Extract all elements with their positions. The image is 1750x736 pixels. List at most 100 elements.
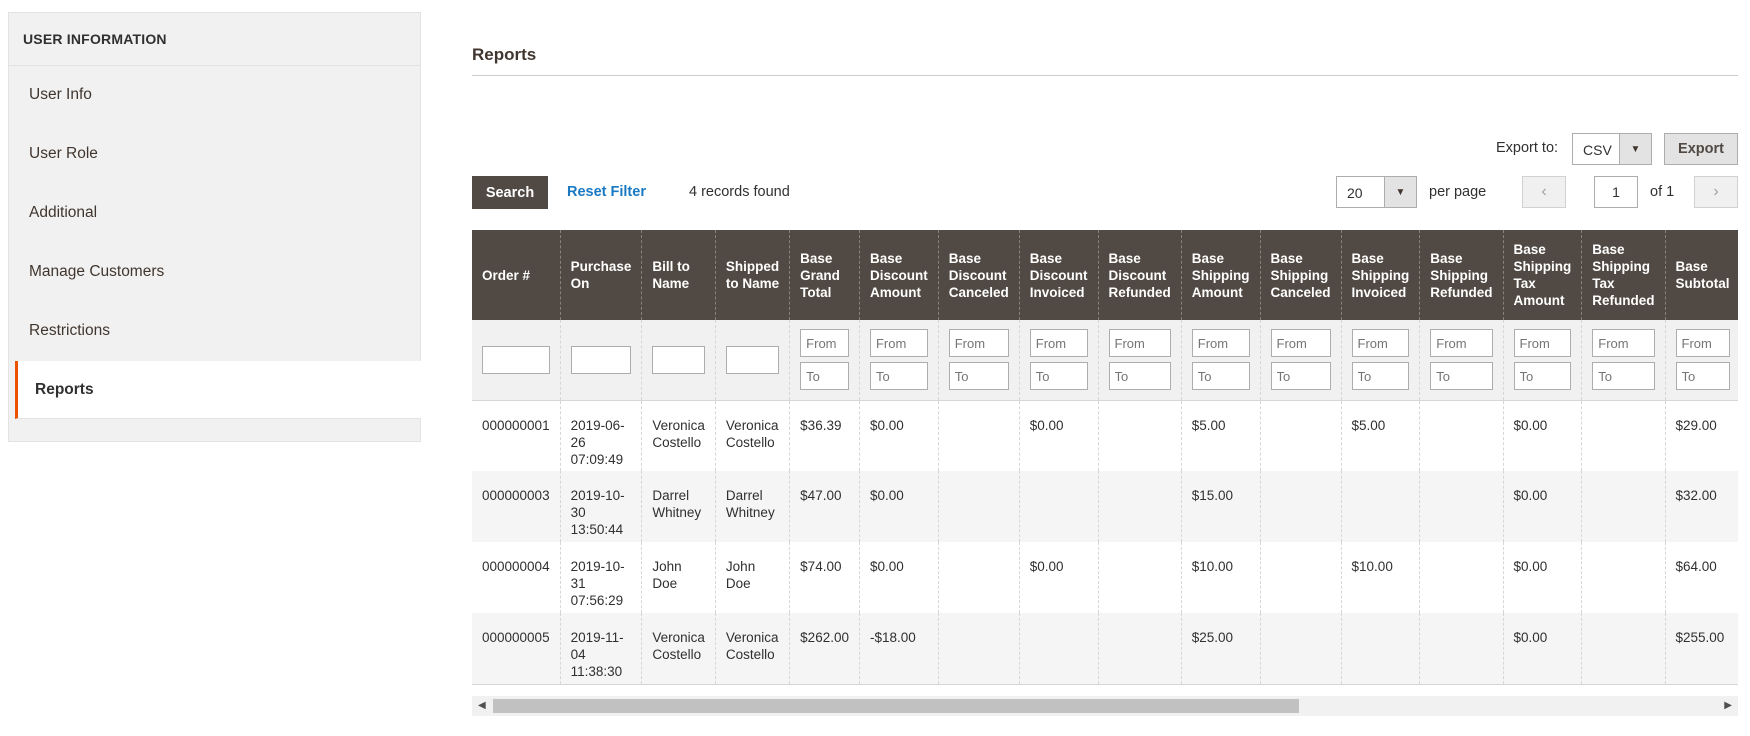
column-filter — [938, 320, 1020, 401]
column-header[interactable]: Order # — [472, 230, 561, 320]
table-cell: 000000004 — [472, 542, 561, 613]
column-header[interactable]: Base Shipping Tax Amount — [1503, 230, 1583, 320]
column-header[interactable]: Base Shipping Tax Refunded — [1581, 230, 1666, 320]
filter-from-input[interactable] — [1430, 329, 1493, 358]
column-filter — [1341, 320, 1421, 401]
search-button[interactable]: Search — [472, 176, 548, 209]
table-row[interactable]: 000000005 2019-11-04 11:38:30 Veronica Cos… — [472, 613, 1738, 685]
scrollbar-thumb[interactable] — [493, 699, 1299, 713]
table-cell — [1098, 542, 1182, 613]
table-row[interactable]: 000000001 2019-06-26 07:09:49 Veronica Cos… — [472, 400, 1738, 471]
column-header[interactable]: Base Grand Total — [789, 230, 860, 320]
export-format-select[interactable]: CSV ▼ — [1572, 133, 1652, 165]
sidebar-item-restrictions[interactable]: Restrictions — [9, 302, 420, 361]
records-count: 4 records found — [689, 184, 790, 200]
table-cell — [1581, 613, 1666, 685]
column-header[interactable]: Purchase On — [560, 230, 643, 320]
filter-from-input[interactable] — [1675, 329, 1730, 358]
filter-from-input[interactable] — [1108, 329, 1171, 358]
page-of-label: of 1 — [1650, 184, 1675, 200]
filter-from-input[interactable] — [1351, 329, 1410, 358]
filter-text-input[interactable] — [570, 345, 632, 374]
table-cell — [1019, 613, 1099, 685]
table-cell: $5.00 — [1181, 400, 1261, 471]
column-header[interactable]: Base Discount Invoiced — [1019, 230, 1099, 320]
table-cell — [1019, 471, 1099, 542]
filter-text-input[interactable] — [482, 345, 550, 374]
table-cell: $0.00 — [1503, 613, 1583, 685]
column-header[interactable]: Base Shipping Amount — [1181, 230, 1261, 320]
filter-from-input[interactable] — [948, 329, 1009, 358]
page-number-input[interactable]: 1 — [1594, 176, 1638, 208]
column-filter — [641, 320, 716, 401]
column-header[interactable]: Base Discount Refunded — [1098, 230, 1182, 320]
table-cell: $64.00 — [1665, 542, 1738, 613]
sidebar-item-user-info[interactable]: User Info — [9, 66, 420, 125]
table-cell — [1341, 613, 1421, 685]
column-header[interactable]: Base Shipping Refunded — [1419, 230, 1504, 320]
table-cell: Veronica Costello — [715, 613, 791, 685]
sidebar-item-reports[interactable]: Reports — [15, 361, 421, 419]
table-cell: $25.00 — [1181, 613, 1261, 685]
filter-from-input[interactable] — [800, 329, 849, 358]
filter-to-input[interactable] — [1270, 362, 1331, 391]
filter-to-input[interactable] — [1191, 362, 1250, 391]
scroll-right-icon[interactable]: ▶ — [1724, 700, 1732, 711]
sidebar-title: USER INFORMATION — [9, 13, 420, 66]
chevron-right-icon: › — [1713, 183, 1719, 200]
column-filter — [859, 320, 939, 401]
previous-page-button[interactable]: ‹ — [1522, 176, 1566, 208]
filter-text-input[interactable] — [725, 345, 780, 374]
table-cell — [1581, 471, 1666, 542]
filter-from-input[interactable] — [869, 329, 928, 358]
table-cell — [1098, 400, 1182, 471]
sidebar-item-manage-customers[interactable]: Manage Customers — [9, 243, 420, 302]
filter-from-input[interactable] — [1029, 329, 1088, 358]
filter-to-input[interactable] — [1108, 362, 1171, 391]
filter-to-input[interactable] — [1592, 362, 1655, 391]
table-cell: Veronica Costello — [641, 400, 716, 471]
filter-to-input[interactable] — [1351, 362, 1410, 391]
export-button[interactable]: Export — [1664, 133, 1738, 165]
column-filter — [472, 320, 561, 401]
sidebar-item-additional[interactable]: Additional — [9, 184, 420, 243]
filter-from-input[interactable] — [1191, 329, 1250, 358]
filter-to-input[interactable] — [1430, 362, 1493, 391]
next-page-button[interactable]: › — [1694, 176, 1738, 208]
per-page-select[interactable]: 20 ▼ — [1336, 176, 1417, 208]
column-header[interactable]: Base Shipping Invoiced — [1341, 230, 1421, 320]
table-cell: 000000001 — [472, 400, 561, 471]
column-header[interactable]: Base Subtotal — [1665, 230, 1738, 320]
table-cell — [938, 542, 1020, 613]
scroll-left-icon[interactable]: ◀ — [478, 700, 486, 711]
orders-table: Order # Purchase On Bill to Name Shipped to… — [472, 230, 1738, 685]
filter-from-input[interactable] — [1592, 329, 1655, 358]
column-filter — [1019, 320, 1099, 401]
table-cell: $0.00 — [859, 542, 939, 613]
reset-filter-link[interactable]: Reset Filter — [567, 184, 646, 200]
table-row[interactable]: 000000003 2019-10-30 13:50:44 Darrel Whitn… — [472, 471, 1738, 542]
column-header[interactable]: Shipped to Name — [715, 230, 791, 320]
filter-to-input[interactable] — [1513, 362, 1572, 391]
filter-from-input[interactable] — [1270, 329, 1331, 358]
sidebar-item-user-role[interactable]: User Role — [9, 125, 420, 184]
filter-to-input[interactable] — [948, 362, 1009, 391]
filter-from-input[interactable] — [1513, 329, 1572, 358]
filter-to-input[interactable] — [869, 362, 928, 391]
table-cell: $36.39 — [789, 400, 860, 471]
column-header[interactable]: Bill to Name — [641, 230, 716, 320]
filter-text-input[interactable] — [652, 345, 705, 374]
column-header[interactable]: Base Discount Amount — [859, 230, 939, 320]
table-cell: Veronica Costello — [715, 400, 791, 471]
grid-body: 000000001 2019-06-26 07:09:49 Veronica Cos… — [472, 400, 1738, 685]
table-cell — [1419, 542, 1504, 613]
column-filter — [1665, 320, 1738, 401]
column-header[interactable]: Base Discount Canceled — [938, 230, 1020, 320]
filter-to-input[interactable] — [1029, 362, 1088, 391]
column-header[interactable]: Base Shipping Canceled — [1260, 230, 1342, 320]
table-row[interactable]: 000000004 2019-10-31 07:56:29 John Doe John… — [472, 542, 1738, 613]
filter-to-input[interactable] — [800, 362, 849, 391]
grid-header-row: Order # Purchase On Bill to Name Shipped to… — [472, 230, 1738, 320]
filter-to-input[interactable] — [1675, 362, 1730, 391]
horizontal-scrollbar[interactable]: ◀ ▶ — [472, 696, 1738, 716]
